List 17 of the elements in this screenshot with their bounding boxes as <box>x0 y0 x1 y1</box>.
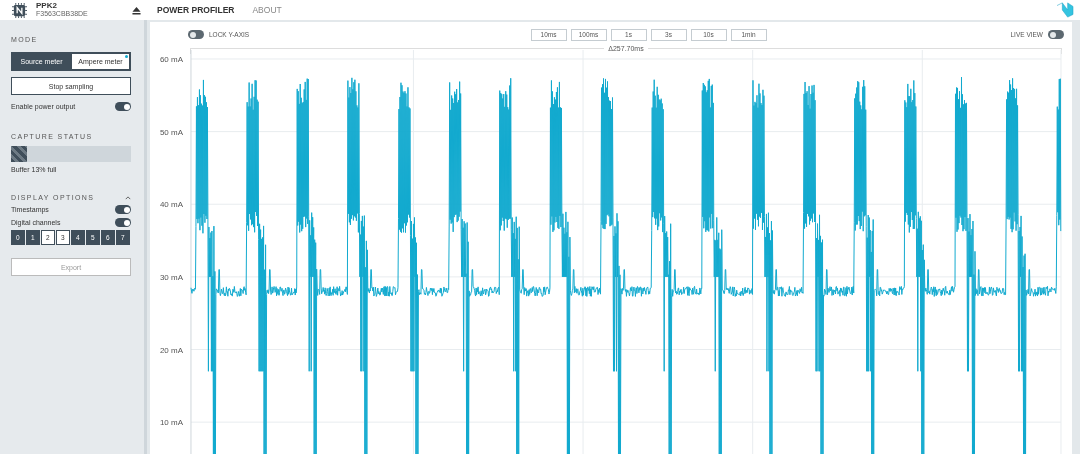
axis-label: 60 mA <box>159 54 183 64</box>
toggle-switch[interactable] <box>1048 30 1064 40</box>
caret-icon[interactable] <box>125 195 131 200</box>
toggle-switch[interactable] <box>115 218 131 227</box>
axis-label: 30 mA <box>159 272 183 282</box>
toggle-switch[interactable] <box>188 30 204 40</box>
nav-tab[interactable]: POWER PROFILER <box>157 5 235 15</box>
toggle-switch[interactable] <box>115 102 131 111</box>
axis-label: 40 mA <box>159 200 183 210</box>
axis-label: 50 mA <box>159 127 183 137</box>
eject-icon[interactable] <box>132 5 141 15</box>
nav-tab[interactable]: ABOUT <box>252 5 282 15</box>
axis-label: 20 mA <box>159 345 183 355</box>
device-name: PPK2 <box>36 2 58 10</box>
axis-label: 10 mA <box>159 418 183 428</box>
logo-icon <box>1056 2 1074 18</box>
toggle-switch[interactable] <box>115 205 131 214</box>
